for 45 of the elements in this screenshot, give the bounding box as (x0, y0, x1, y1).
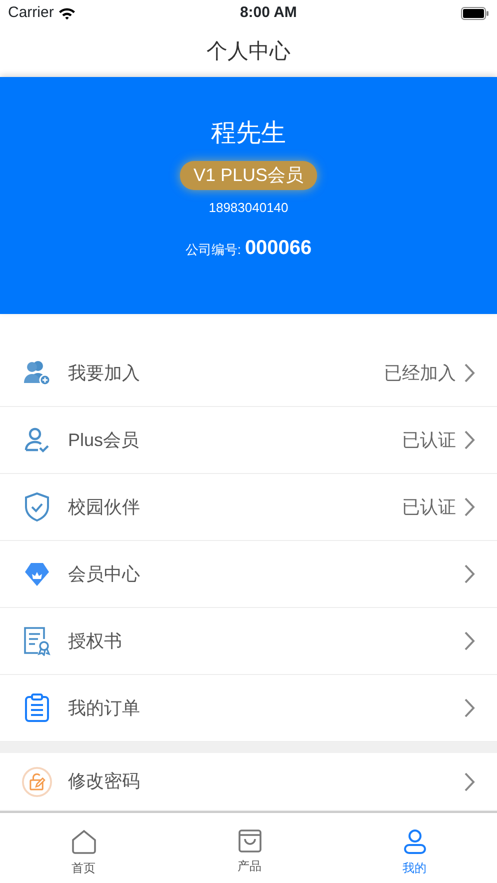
battery-icon (461, 6, 489, 20)
bag-icon (238, 829, 262, 853)
menu-label: 修改密码 (68, 770, 141, 793)
chevron-right-icon (464, 631, 475, 651)
user-check-icon (24, 427, 50, 453)
user-name: 程先生 (211, 118, 286, 149)
chevron-right-icon (464, 497, 475, 517)
tab-bar-item[interactable]: 产品 (167, 813, 332, 883)
menu-label: 会员中心 (68, 562, 141, 586)
menu-label: 我的订单 (68, 696, 141, 720)
home-icon (70, 829, 96, 855)
tab-bar-item[interactable]: 我的 (332, 813, 497, 883)
clipboard-icon (24, 693, 50, 723)
menu-label: 我要加入 (68, 362, 141, 384)
menu-item[interactable]: 校园伙伴 已认证 (0, 474, 497, 541)
menu-item[interactable]: 会员中心 (0, 541, 497, 608)
page-title: 个人中心 (206, 38, 290, 65)
company-number: 000066 (244, 236, 312, 261)
status-text: 已认证 (402, 428, 456, 452)
menu-label: 校园伙伴 (68, 496, 141, 518)
company-number-label: 公司编号: (185, 241, 241, 259)
user-icon (402, 829, 426, 855)
chevron-right-icon (464, 698, 475, 718)
chevron-right-icon (464, 772, 475, 792)
phone-number: 18983040140 (208, 198, 288, 216)
crown-tag-icon (24, 561, 50, 587)
shield-check-icon (24, 492, 50, 522)
status-text: 已认证 (402, 496, 456, 518)
status-text: 已经加入 (384, 362, 456, 384)
people-add-icon (23, 360, 51, 386)
chevron-right-icon (464, 564, 475, 584)
clock: 8:00 AM (240, 2, 297, 23)
menu-item[interactable]: 我要加入 已经加入 (0, 340, 497, 407)
menu-item[interactable]: 授权书 (0, 608, 497, 675)
chevron-right-icon (464, 363, 475, 383)
certificate-icon (23, 626, 51, 656)
tab-bar-item[interactable]: 首页 (0, 813, 167, 883)
menu-label: 授权书 (68, 630, 123, 652)
menu-item[interactable]: Plus会员 已认证 (0, 407, 497, 474)
wifi-icon (58, 6, 76, 20)
menu-label: Plus会员 (68, 428, 140, 452)
lock-edit-icon (22, 766, 52, 798)
carrier-label: Carrier (8, 2, 54, 23)
chevron-right-icon (464, 430, 475, 450)
member-level-tag: V1 PLUS会员 (180, 160, 317, 190)
